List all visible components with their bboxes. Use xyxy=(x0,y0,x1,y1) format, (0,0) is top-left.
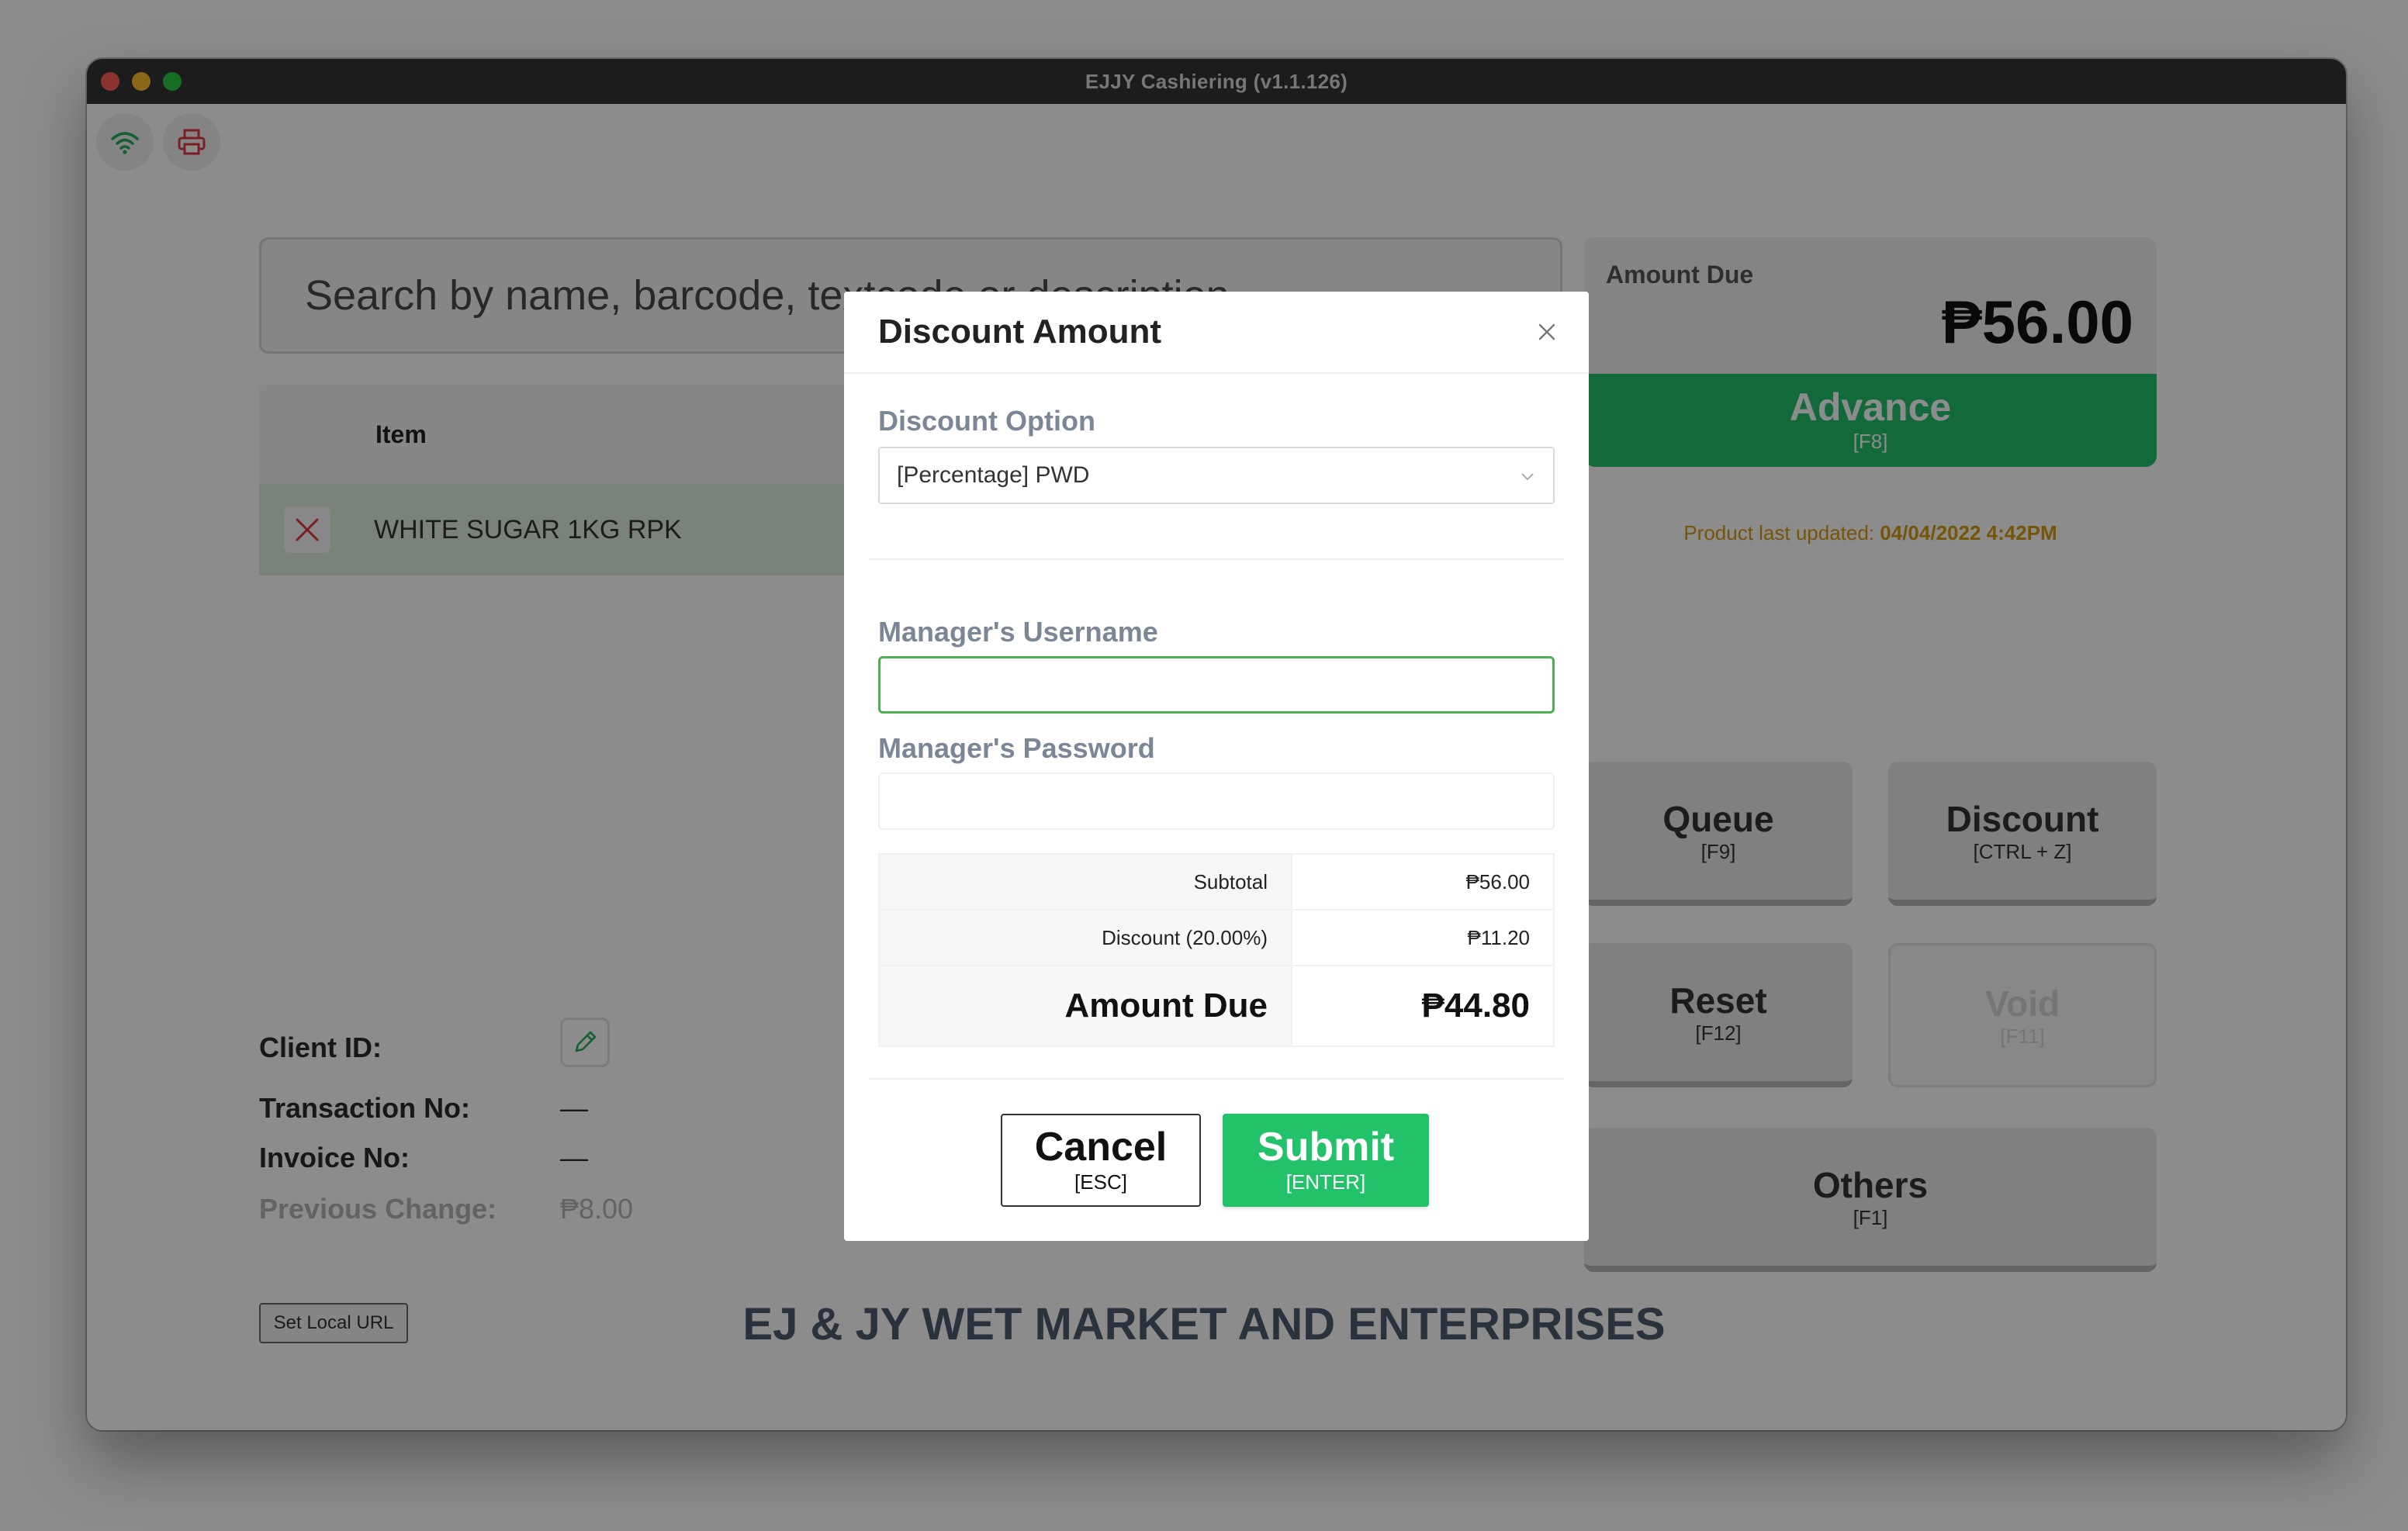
section-divider xyxy=(869,558,1564,560)
manager-password-label: Manager's Password xyxy=(878,732,1155,764)
chevron-down-icon xyxy=(1521,473,1534,481)
manager-username-label: Manager's Username xyxy=(878,616,1158,648)
modal-close-button[interactable] xyxy=(1533,318,1561,346)
modal-header: Discount Amount xyxy=(844,292,1589,374)
submit-label: Submit xyxy=(1257,1124,1395,1170)
discount-summary-table: Subtotal ₱56.00 Discount (20.00%) ₱11.20… xyxy=(878,853,1555,1047)
discount-amount-value: ₱11.20 xyxy=(1291,909,1555,966)
discount-option-select[interactable]: [Percentage] PWD xyxy=(878,447,1555,504)
close-icon xyxy=(1538,323,1555,340)
cancel-key: [ESC] xyxy=(1074,1170,1127,1194)
table-row: Amount Due ₱44.80 xyxy=(878,965,1555,1047)
discount-option-label: Discount Option xyxy=(878,405,1095,437)
discount-modal: Discount Amount Discount Option [Percent… xyxy=(844,292,1589,1241)
discount-amount-label: Discount (20.00%) xyxy=(878,909,1292,966)
modal-amount-due-label: Amount Due xyxy=(878,965,1292,1047)
cancel-label: Cancel xyxy=(1034,1124,1168,1170)
subtotal-label: Subtotal xyxy=(878,853,1292,911)
modal-amount-due-value: ₱44.80 xyxy=(1291,965,1555,1047)
subtotal-value: ₱56.00 xyxy=(1291,853,1555,911)
footer-divider xyxy=(869,1078,1564,1080)
submit-button[interactable]: Submit [ENTER] xyxy=(1223,1114,1429,1207)
modal-title: Discount Amount xyxy=(878,313,1161,351)
table-row: Subtotal ₱56.00 xyxy=(878,853,1555,911)
submit-key: [ENTER] xyxy=(1285,1170,1366,1194)
cancel-button[interactable]: Cancel [ESC] xyxy=(1001,1114,1201,1207)
discount-option-value: [Percentage] PWD xyxy=(897,462,1090,488)
manager-username-input[interactable] xyxy=(878,656,1555,714)
table-row: Discount (20.00%) ₱11.20 xyxy=(878,909,1555,966)
manager-password-input[interactable] xyxy=(878,772,1555,830)
